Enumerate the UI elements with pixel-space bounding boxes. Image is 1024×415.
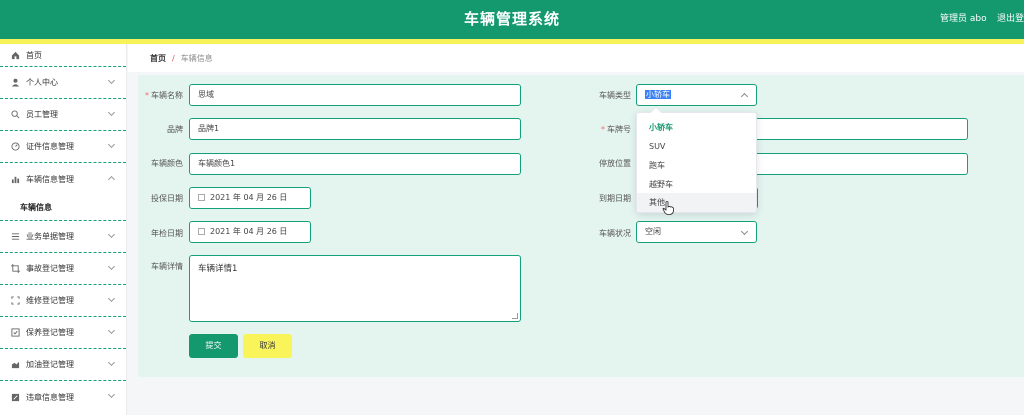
sidebar: 首页 个人中心 员工管理 证件信息管理 车辆信息管理 车辆信息 业务单据管理 事… [0,44,127,415]
chevron-down-icon [107,76,116,85]
cancel-button[interactable]: 取消 [243,334,292,358]
sidebar-item-personal[interactable]: 个人中心 [0,67,126,99]
resize-handle-icon[interactable] [512,313,518,319]
insure-date-picker[interactable]: 2021 年 04 月 26 日 [189,187,311,209]
vehicle-type-select[interactable]: 小轿车 [636,84,757,106]
chevron-down-icon [107,230,116,239]
sidebar-item-label: 首页 [26,50,42,60]
sidebar-item-business[interactable]: 业务单据管理 [0,221,126,253]
sidebar-item-label: 加油登记管理 [26,360,74,369]
top-bar: 车辆管理系统 管理员 abo 退出登录 [0,0,1024,39]
chevron-down-icon [107,358,116,367]
chevron-up-icon [740,92,749,101]
chevron-down-icon [107,326,116,335]
logout-link[interactable]: 退出登录 [997,0,1024,39]
status-label: 车辆状况 [599,229,631,238]
sidebar-item-fuel[interactable]: 加油登记管理 [0,349,126,381]
fullscreen-icon [11,296,20,305]
vehicle-name-label: * 车辆名称 [145,91,183,100]
vehicle-type-label: 车辆类型 [599,91,631,100]
sidebar-item-label: 违章信息管理 [26,392,74,402]
inspect-date-picker[interactable]: 2021 年 04 月 26 日 [189,221,311,243]
sidebar-item-repair[interactable]: 维修登记管理 [0,285,126,317]
park-label: 停放位置 [599,159,631,168]
chevron-down-icon [107,262,116,271]
color-input[interactable]: 车辆颜色1 [189,153,521,175]
vehicle-type-dropdown: 小轿车 SUV 跑车 越野车 其他 [636,106,757,213]
list-icon [11,232,20,241]
sidebar-item-home[interactable]: 首页 [0,44,126,67]
vehicle-name-input[interactable]: 思域 [189,84,521,106]
brand-input[interactable]: 品牌1 [189,118,521,140]
detail-textarea[interactable]: 车辆详情1 [189,255,521,322]
staff-icon [11,110,20,119]
sidebar-item-label: 车辆信息管理 [26,174,74,184]
bar-chart-icon [11,175,20,184]
brand-label: 品牌 [167,125,183,134]
chevron-down-icon [740,227,749,236]
dropdown-option[interactable]: 越野车 [637,175,756,194]
plate-label: * 车牌号 [601,125,631,134]
dropdown-option[interactable]: 跑车 [637,156,756,175]
edit-icon [11,393,20,402]
breadcrumb: 首页 / 车辆信息 [128,44,1024,72]
dropdown-option[interactable]: SUV [637,137,756,156]
certificate-icon [11,142,20,151]
sidebar-item-label: 维修登记管理 [26,296,74,305]
color-label: 车辆颜色 [151,159,183,168]
checkbox-icon [11,328,20,337]
sidebar-item-violation[interactable]: 违章信息管理 [0,381,126,413]
sidebar-item-label: 事故登记管理 [26,264,74,273]
sidebar-item-staff[interactable]: 员工管理 [0,99,126,131]
chevron-up-icon [107,175,116,184]
chevron-down-icon [107,294,116,303]
status-select[interactable]: 空闲 [636,221,757,243]
home-icon [11,51,20,60]
app-title: 车辆管理系统 [463,10,560,28]
dropdown-option[interactable]: 其他 [637,193,756,212]
breadcrumb-home[interactable]: 首页 [150,53,166,64]
calendar-icon [198,228,205,235]
sidebar-item-maintenance[interactable]: 保养登记管理 [0,317,126,349]
sidebar-item-label: 员工管理 [26,110,58,119]
detail-label: 车辆详情 [151,262,183,271]
sidebar-item-vehicle[interactable]: 车辆信息管理 [0,163,126,195]
calendar-icon [198,194,205,201]
expire-label: 到期日期 [599,194,631,203]
sidebar-item-label: 保养登记管理 [26,328,74,337]
chevron-down-icon [107,108,116,117]
insure-date-label: 投保日期 [151,194,183,203]
fuel-icon [11,360,20,369]
sidebar-item-certificate[interactable]: 证件信息管理 [0,131,126,163]
breadcrumb-separator: / [172,53,175,63]
chevron-down-icon [107,140,116,149]
sidebar-item-label: 业务单据管理 [26,232,74,241]
sidebar-item-label: 证件信息管理 [26,142,74,151]
sidebar-subitem-vehicle-info[interactable]: 车辆信息 [0,195,126,221]
breadcrumb-current: 车辆信息 [180,53,213,63]
dropdown-option[interactable]: 小轿车 [637,118,756,137]
user-icon [11,78,20,87]
hand-cursor-icon [662,201,674,215]
sidebar-item-label: 个人中心 [26,78,58,87]
crop-icon [11,264,20,273]
admin-label: 管理员 abo [940,14,987,24]
chevron-down-icon [107,390,116,399]
sidebar-item-accident[interactable]: 事故登记管理 [0,253,126,285]
submit-button[interactable]: 提交 [189,334,238,358]
inspect-date-label: 年检日期 [151,229,183,238]
